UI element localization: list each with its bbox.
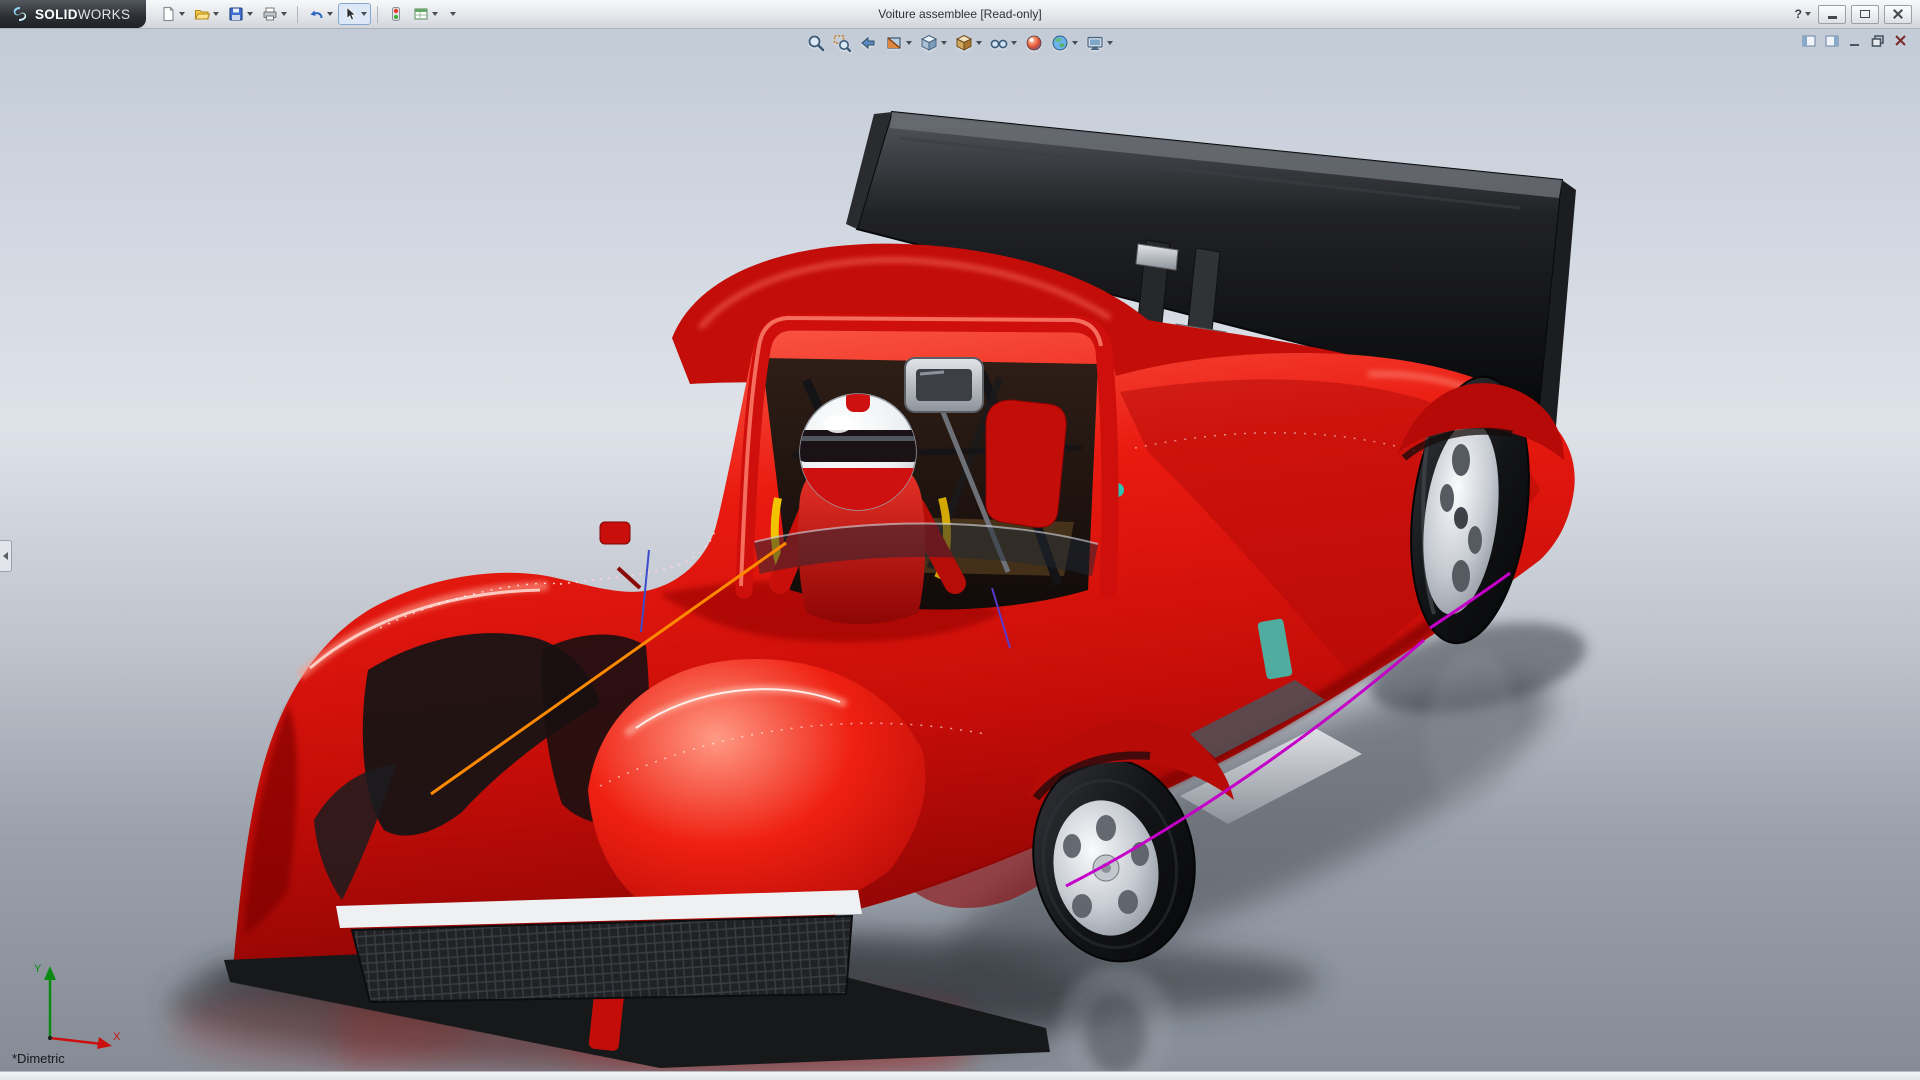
dassault-systemes-logo-icon bbox=[10, 5, 30, 23]
rebuild-icon bbox=[388, 6, 404, 22]
dropdown-caret-icon[interactable] bbox=[976, 41, 982, 45]
dropdown-caret-icon[interactable] bbox=[906, 41, 912, 45]
toolbar-overflow-caret[interactable] bbox=[443, 9, 460, 19]
previous-view-button[interactable] bbox=[856, 32, 880, 54]
toolbar-separator bbox=[377, 6, 378, 23]
pane-right-icon bbox=[1825, 35, 1839, 47]
doc-minimize-icon bbox=[1848, 35, 1862, 47]
doc-close-button[interactable] bbox=[1892, 33, 1910, 48]
new-document-button[interactable] bbox=[156, 3, 189, 25]
open-button[interactable] bbox=[190, 3, 223, 25]
restore-icon bbox=[1860, 10, 1870, 18]
brand-text: SOLIDWORKS bbox=[35, 7, 130, 22]
hide-show-items-icon bbox=[990, 34, 1008, 52]
view-settings-button[interactable] bbox=[1083, 32, 1116, 54]
document-window-controls bbox=[1800, 33, 1910, 48]
dropdown-caret-icon bbox=[450, 12, 456, 16]
zoom-to-area-icon bbox=[833, 34, 851, 52]
solidworks-window: SOLIDWORKS bbox=[0, 0, 1920, 1080]
minimize-button[interactable] bbox=[1818, 5, 1846, 24]
triad-y-label: Y bbox=[34, 963, 42, 975]
doc-close-icon bbox=[1894, 35, 1908, 47]
hide-show-items-button[interactable] bbox=[987, 32, 1020, 54]
solidworks-logo: SOLIDWORKS bbox=[0, 0, 146, 28]
pane-right-button[interactable] bbox=[1823, 33, 1841, 48]
doc-restore-button[interactable] bbox=[1869, 33, 1887, 48]
previous-view-icon bbox=[859, 34, 877, 52]
select-cursor-icon bbox=[342, 6, 358, 22]
apply-scene-button[interactable] bbox=[1048, 32, 1081, 54]
doc-restore-icon bbox=[1871, 35, 1885, 47]
display-style-icon bbox=[955, 34, 973, 52]
save-icon bbox=[228, 6, 244, 22]
restore-button[interactable] bbox=[1851, 5, 1879, 24]
dropdown-caret-icon[interactable] bbox=[1107, 41, 1113, 45]
dropdown-caret-icon[interactable] bbox=[432, 12, 438, 16]
view-orientation-button[interactable] bbox=[917, 32, 950, 54]
dropdown-caret-icon bbox=[1805, 12, 1811, 16]
collapse-arrow-icon bbox=[3, 552, 8, 560]
dropdown-caret-icon[interactable] bbox=[281, 12, 287, 16]
triad-x-arrow bbox=[97, 1037, 112, 1049]
close-icon bbox=[1893, 9, 1903, 19]
help-button[interactable]: ? bbox=[1793, 7, 1813, 21]
pane-left-button[interactable] bbox=[1800, 33, 1818, 48]
rear-view-mirror bbox=[905, 358, 983, 412]
cockpit[interactable] bbox=[741, 318, 1110, 624]
new-document-icon bbox=[160, 6, 176, 22]
close-button[interactable] bbox=[1884, 5, 1912, 24]
dropdown-caret-icon[interactable] bbox=[1011, 41, 1017, 45]
edit-appearance-button[interactable] bbox=[1022, 32, 1046, 54]
doc-minimize-button[interactable] bbox=[1846, 33, 1864, 48]
title-toolbar bbox=[156, 3, 460, 25]
dropdown-caret-icon[interactable] bbox=[327, 12, 333, 16]
print-icon bbox=[262, 6, 278, 22]
print-button[interactable] bbox=[258, 3, 291, 25]
triad-x-label: X bbox=[113, 1031, 121, 1043]
dropdown-caret-icon[interactable] bbox=[179, 12, 185, 16]
window-controls: ? bbox=[1793, 5, 1920, 24]
view-settings-icon bbox=[1086, 34, 1104, 52]
window-title: Voiture assemblee [Read-only] bbox=[878, 7, 1041, 21]
dropdown-caret-icon[interactable] bbox=[213, 12, 219, 16]
left-side-mirror[interactable] bbox=[600, 522, 640, 588]
orientation-triad: Y X bbox=[16, 954, 126, 1050]
display-style-button[interactable] bbox=[952, 32, 985, 54]
view-orientation-label: *Dimetric bbox=[12, 1051, 65, 1066]
zoom-to-fit-button[interactable] bbox=[804, 32, 828, 54]
titlebar: SOLIDWORKS bbox=[0, 0, 1920, 29]
dropdown-caret-icon[interactable] bbox=[247, 12, 253, 16]
dropdown-caret-icon[interactable] bbox=[941, 41, 947, 45]
triad-y-arrow bbox=[44, 966, 56, 980]
view-orientation-icon bbox=[920, 34, 938, 52]
status-bar bbox=[0, 1071, 1920, 1080]
zoom-to-area-button[interactable] bbox=[830, 32, 854, 54]
undo-button[interactable] bbox=[304, 3, 337, 25]
apply-scene-icon bbox=[1051, 34, 1069, 52]
open-icon bbox=[194, 6, 210, 22]
dropdown-caret-icon[interactable] bbox=[361, 12, 367, 16]
graphics-area[interactable]: Y X *Dimetric bbox=[0, 28, 1920, 1072]
options-button[interactable] bbox=[409, 3, 442, 25]
toolbar-separator bbox=[297, 6, 298, 23]
edit-appearance-icon bbox=[1025, 34, 1043, 52]
car-model[interactable] bbox=[0, 28, 1920, 1072]
rebuild-button[interactable] bbox=[384, 3, 408, 25]
pane-left-icon bbox=[1802, 35, 1816, 47]
options-icon bbox=[413, 6, 429, 22]
headsup-view-toolbar bbox=[804, 32, 1116, 54]
undo-icon bbox=[308, 6, 324, 22]
seat-headrest bbox=[986, 400, 1066, 527]
dropdown-caret-icon[interactable] bbox=[1072, 41, 1078, 45]
section-view-button[interactable] bbox=[882, 32, 915, 54]
section-view-icon bbox=[885, 34, 903, 52]
save-button[interactable] bbox=[224, 3, 257, 25]
select-button[interactable] bbox=[338, 3, 371, 25]
featuremanager-collapse-tab[interactable] bbox=[0, 540, 12, 572]
minimize-icon bbox=[1828, 16, 1837, 19]
zoom-to-fit-icon bbox=[807, 34, 825, 52]
